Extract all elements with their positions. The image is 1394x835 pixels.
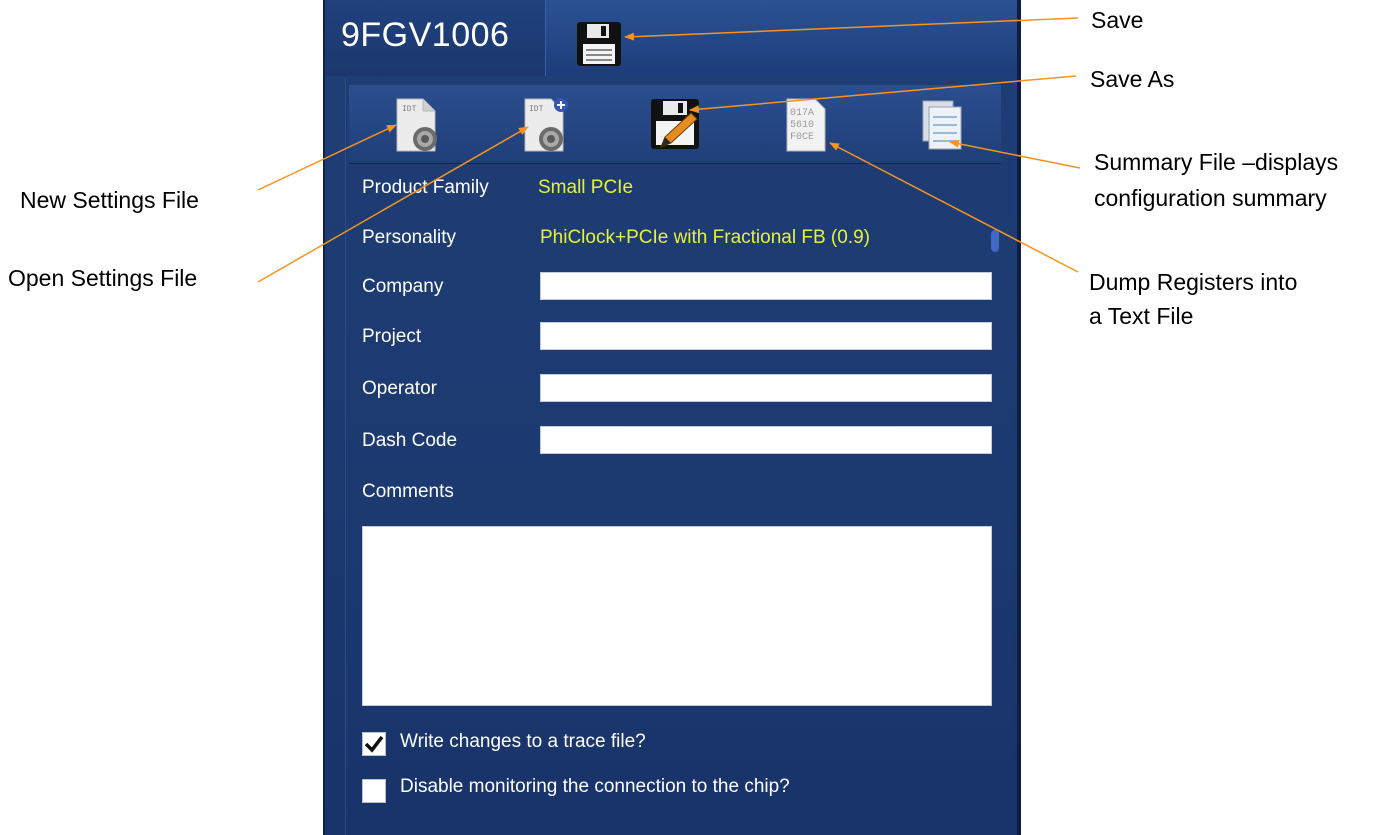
arrow-new-settings [257,124,397,191]
arrow-summary [949,139,1081,169]
callout-arrows [257,17,1081,283]
arrow-save-as [689,75,1077,114]
arrow-dump [829,142,1079,273]
arrow-open-settings [257,126,529,283]
arrow-save [624,17,1079,41]
